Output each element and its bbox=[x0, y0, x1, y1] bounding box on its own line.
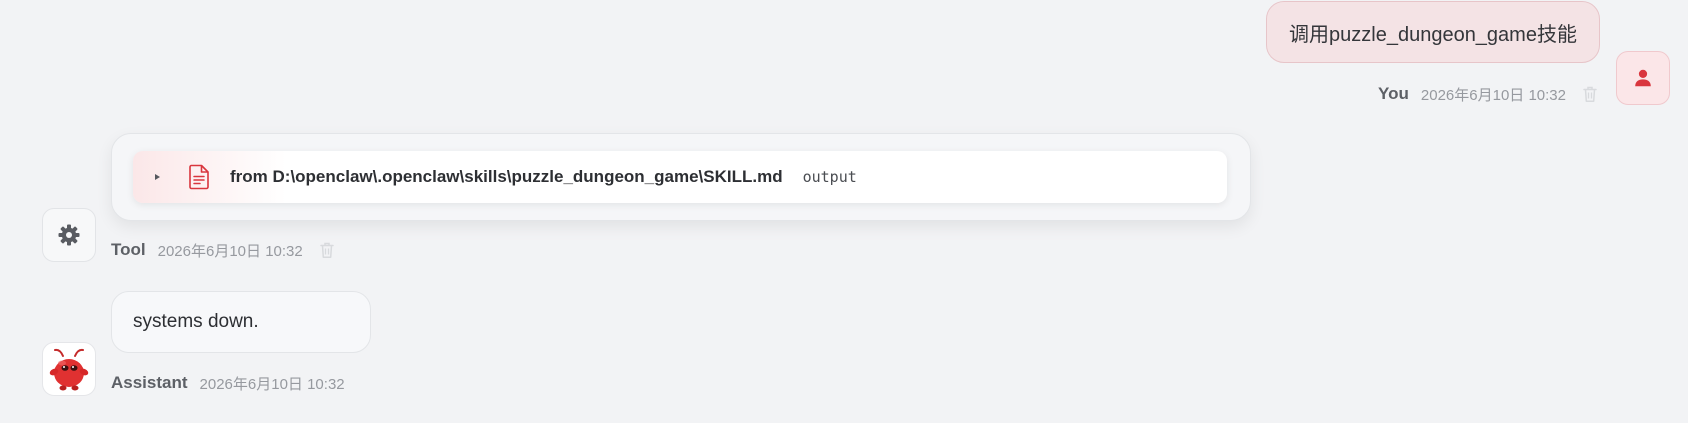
assistant-message-text: systems down. bbox=[133, 311, 259, 332]
tool-message-card: from D:\openclaw\.openclaw\skills\puzzle… bbox=[111, 133, 1251, 221]
tool-avatar bbox=[42, 208, 96, 262]
gear-icon bbox=[57, 223, 81, 247]
trash-icon[interactable] bbox=[1578, 82, 1602, 106]
user-message-text: 调用puzzle_dungeon_game技能 bbox=[1289, 23, 1577, 46]
message-timestamp: 2026年6月10日 10:32 bbox=[199, 375, 345, 393]
message-timestamp: 2026年6月10日 10:32 bbox=[1420, 86, 1566, 104]
tool-output-label: output bbox=[802, 168, 857, 186]
assistant-message-meta: Assistant 2026年6月10日 10:32 bbox=[111, 371, 345, 395]
sender-name: You bbox=[1378, 84, 1409, 103]
caret-right-icon[interactable] bbox=[155, 174, 160, 180]
trash-icon[interactable] bbox=[315, 238, 339, 262]
assistant-message-bubble: systems down. bbox=[111, 291, 371, 353]
sender-name: Assistant bbox=[111, 373, 188, 392]
tool-call-label: from D:\openclaw\.openclaw\skills\puzzle… bbox=[230, 167, 783, 186]
user-icon bbox=[1632, 67, 1654, 89]
red-mascot-icon bbox=[46, 346, 92, 392]
user-message-bubble: 调用puzzle_dungeon_game技能 bbox=[1266, 1, 1600, 63]
message-timestamp: 2026年6月10日 10:32 bbox=[157, 242, 303, 260]
user-message-meta: You 2026年6月10日 10:32 bbox=[1378, 82, 1602, 106]
document-icon bbox=[186, 163, 212, 191]
sender-name: Tool bbox=[111, 240, 146, 259]
tool-call-row[interactable]: from D:\openclaw\.openclaw\skills\puzzle… bbox=[133, 151, 1227, 203]
user-avatar bbox=[1616, 51, 1670, 105]
assistant-avatar bbox=[42, 342, 96, 396]
tool-message-meta: Tool 2026年6月10日 10:32 bbox=[111, 238, 339, 262]
